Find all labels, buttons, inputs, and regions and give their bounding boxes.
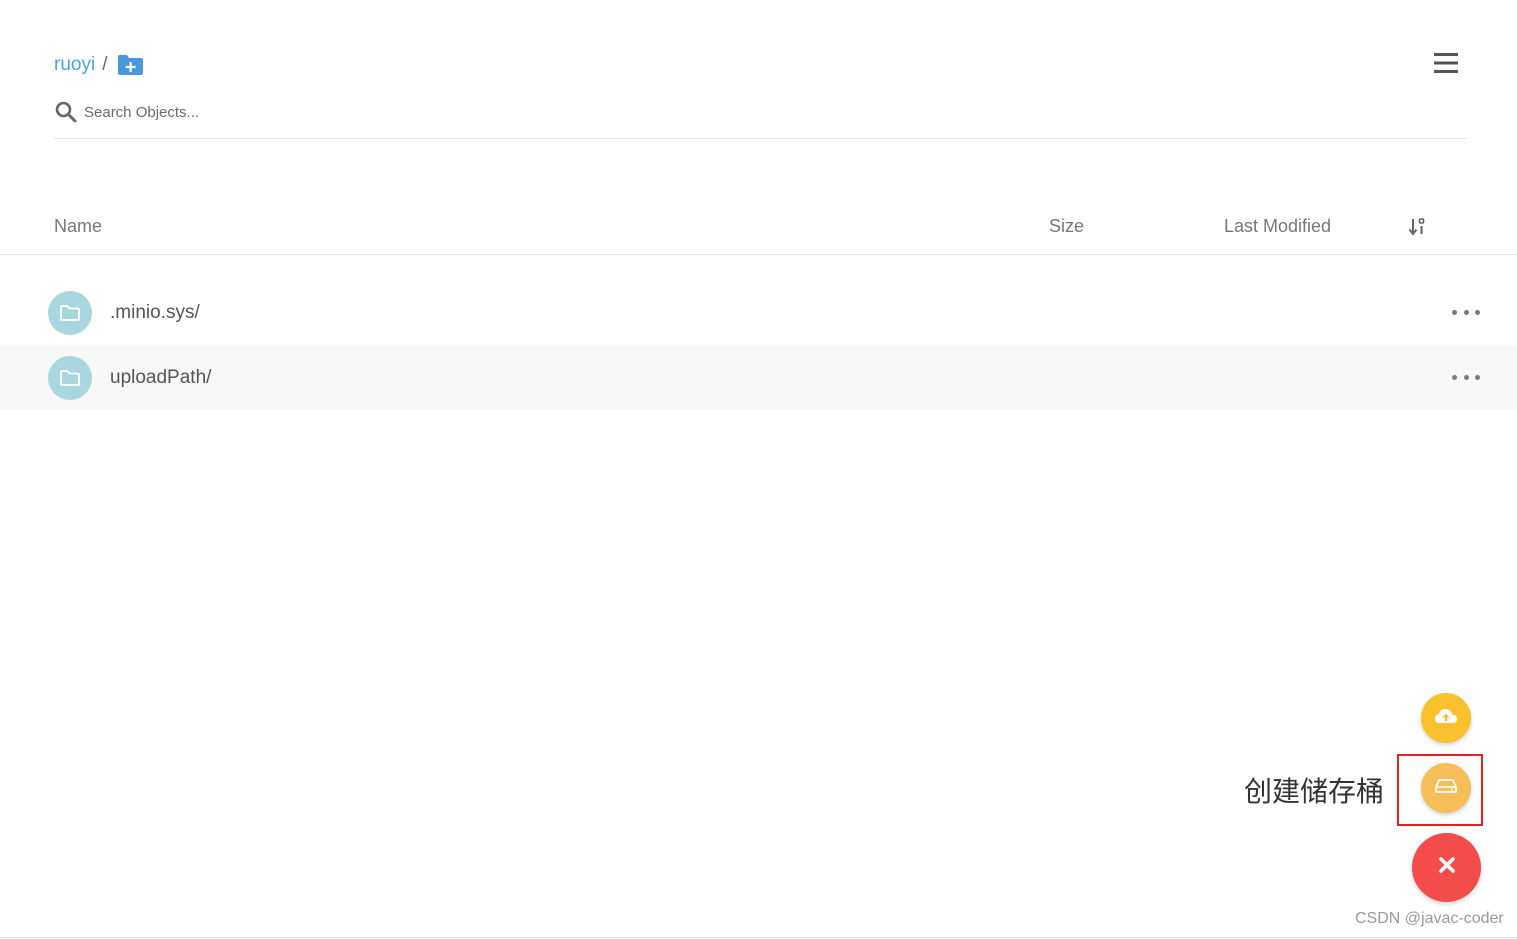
- search-input[interactable]: [84, 104, 684, 121]
- column-header-name[interactable]: Name: [54, 216, 102, 237]
- close-icon: [1437, 855, 1457, 880]
- table-header: Name Size Last Modified: [0, 200, 1517, 255]
- column-header-last-modified[interactable]: Last Modified: [1224, 216, 1331, 237]
- breadcrumb-separator: /: [102, 54, 108, 75]
- breadcrumb: ruoyi /: [54, 54, 144, 76]
- folder-icon: [48, 290, 92, 335]
- search-bar: [54, 98, 1467, 139]
- menu-hamburger-icon[interactable]: [1432, 52, 1460, 76]
- table-row[interactable]: uploadPath/: [0, 345, 1517, 410]
- close-fab-button[interactable]: [1412, 833, 1481, 902]
- breadcrumb-bucket-link[interactable]: ruoyi: [54, 54, 95, 76]
- upload-file-button[interactable]: [1421, 693, 1471, 743]
- row-name[interactable]: uploadPath/: [110, 367, 211, 389]
- create-bucket-button[interactable]: [1421, 763, 1471, 813]
- create-bucket-label: 创建储存桶: [1244, 775, 1385, 808]
- watermark: CSDN @javac-coder: [1355, 910, 1504, 927]
- add-folder-icon[interactable]: [117, 54, 144, 76]
- hard-drive-icon: [1434, 778, 1458, 799]
- more-options-icon[interactable]: [1452, 373, 1480, 383]
- row-name[interactable]: .minio.sys/: [110, 302, 200, 324]
- more-options-icon[interactable]: [1452, 308, 1480, 318]
- folder-icon: [48, 355, 92, 400]
- column-header-size[interactable]: Size: [1049, 216, 1084, 237]
- search-icon: [54, 100, 78, 124]
- sort-icon[interactable]: [1406, 216, 1428, 238]
- table-row[interactable]: .minio.sys/: [0, 280, 1517, 345]
- cloud-upload-icon: [1433, 706, 1459, 731]
- bottom-divider: [0, 937, 1517, 938]
- minio-browser-page: ruoyi / Name Size Last Mo: [0, 0, 1517, 939]
